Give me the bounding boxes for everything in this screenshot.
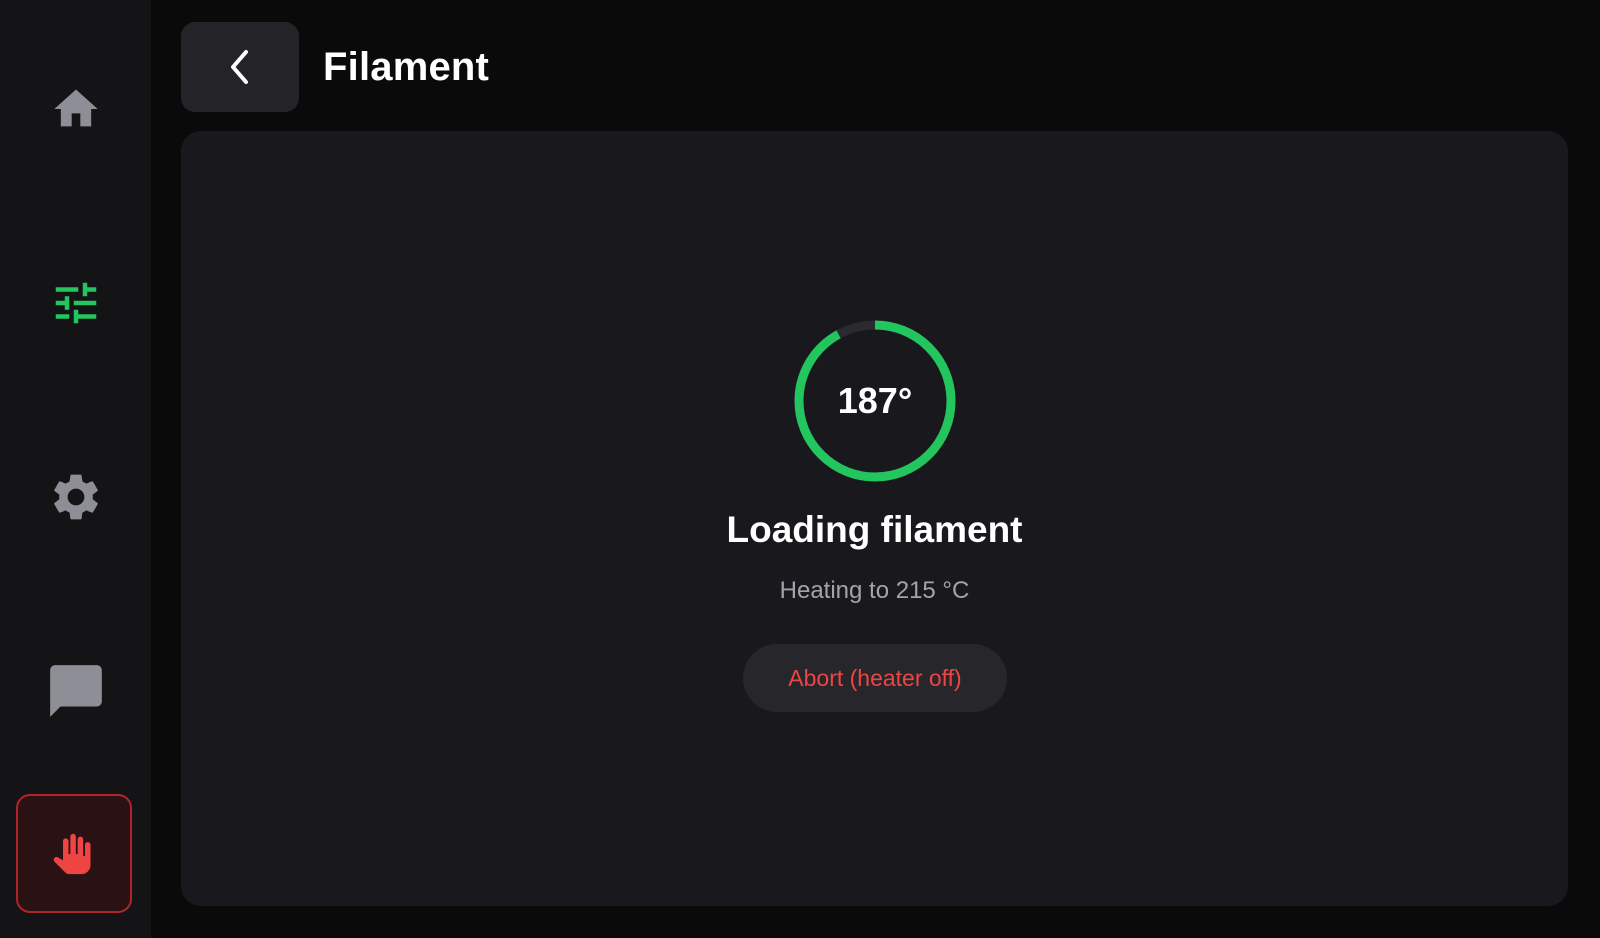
abort-button[interactable]: Abort (heater off) — [743, 644, 1007, 712]
gear-icon — [53, 474, 98, 520]
sidebar-item-tune[interactable] — [0, 248, 151, 358]
hand-stop-icon — [53, 833, 91, 874]
home-icon — [53, 89, 98, 127]
app-window: Filament 187° Loading filament Heating t… — [0, 0, 1600, 938]
chevron-left-icon — [231, 50, 248, 84]
header: Filament — [181, 22, 489, 112]
tune-sliders-icon — [55, 282, 96, 324]
emergency-stop-button[interactable] — [16, 794, 132, 913]
status-subtitle: Heating to 215 °C — [779, 577, 970, 604]
temperature-gauge: 187° — [793, 319, 957, 483]
current-temperature: 187° — [837, 380, 913, 421]
sidebar-item-settings[interactable] — [0, 442, 151, 552]
sidebar — [0, 0, 151, 938]
sidebar-item-console[interactable] — [0, 636, 151, 746]
sidebar-item-home[interactable] — [0, 54, 151, 164]
filament-panel: 187° Loading filament Heating to 215 °C … — [181, 131, 1568, 906]
chat-icon — [49, 665, 102, 717]
page-title: Filament — [323, 44, 490, 89]
status-title: Loading filament — [726, 509, 1023, 550]
back-button[interactable] — [181, 22, 299, 112]
